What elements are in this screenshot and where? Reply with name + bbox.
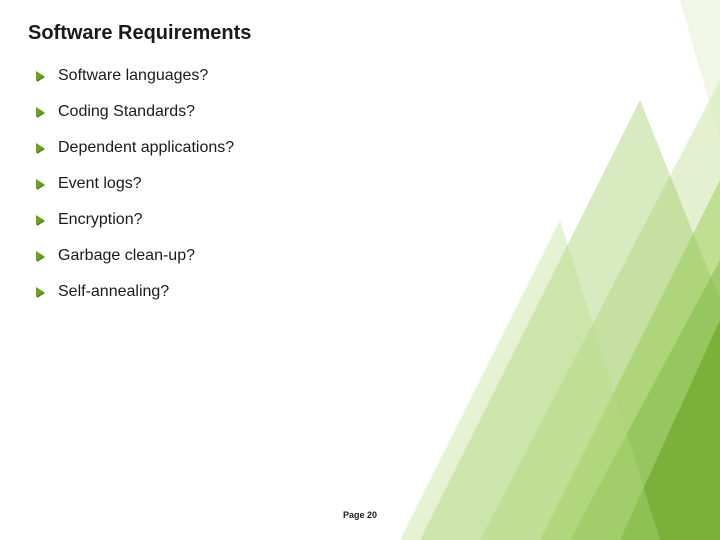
bullet-text: Self-annealing? [58,283,169,301]
bullet-icon [36,71,44,81]
bullet-text: Dependent applications? [58,139,234,157]
list-item: Event logs? [36,175,692,193]
bullet-icon [36,179,44,189]
bullet-icon [36,107,44,117]
bullet-text: Coding Standards? [58,103,195,121]
page-number: Page 20 [343,510,377,520]
bullet-icon [36,143,44,153]
list-item: Garbage clean-up? [36,247,692,265]
bullet-text: Garbage clean-up? [58,247,195,265]
list-item: Self-annealing? [36,283,692,301]
list-item: Software languages? [36,67,692,85]
bullet-text: Encryption? [58,211,143,229]
bullet-list: Software languages? Coding Standards? De… [28,67,692,301]
bullet-text: Event logs? [58,175,142,193]
bullet-icon [36,287,44,297]
page-title: Software Requirements [28,22,692,45]
list-item: Encryption? [36,211,692,229]
bullet-text: Software languages? [58,67,208,85]
list-item: Coding Standards? [36,103,692,121]
list-item: Dependent applications? [36,139,692,157]
bullet-icon [36,215,44,225]
slide: Software Requirements Software languages… [0,0,720,540]
bullet-icon [36,251,44,261]
